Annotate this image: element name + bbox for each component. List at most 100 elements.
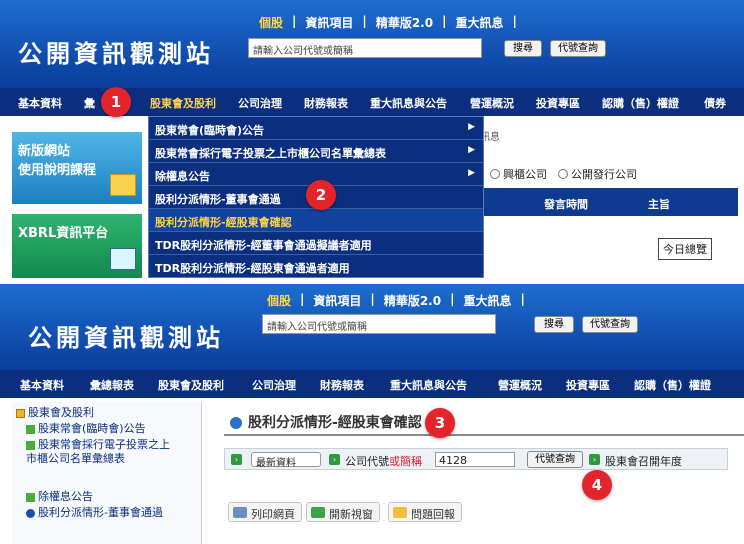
tree-label: 股東會及股利 (28, 406, 94, 419)
code-query-button[interactable]: 代號查詢 (527, 451, 583, 468)
new-window-button[interactable]: 開新視窗 (306, 502, 380, 522)
radio-circle-icon (558, 169, 568, 179)
query-toolbar: › 最新資料 › 公司代號或簡稱 4128 代號查詢 › 股東會召開年度 (224, 448, 728, 470)
tree-label: 股東常會(臨時會)公告 (38, 422, 146, 435)
site-header: 公開資訊觀測站 個股 | 資訊項目 | 精華版2.0 | 重大訊息 | 請輸入公司代號或… (0, 0, 744, 88)
menu-item-meeting-notice[interactable]: 股東常會(臨時會)公告 ▶ (149, 117, 483, 140)
main-nav: 基本資料 彙總報表 股東會及股利 公司治理 財務報表 重大訊息與公告 營運概況 … (0, 370, 744, 398)
chevron-right-icon: ▶ (468, 168, 475, 178)
company-code-input[interactable]: 4128 (435, 452, 515, 467)
nav-shareholders[interactable]: 股東會及股利 (150, 95, 216, 111)
top-link-info[interactable]: 資訊項目 (296, 14, 362, 31)
code-query-button[interactable]: 代號查詢 (550, 40, 606, 57)
menu-item-label: TDR股利分派情形-經股東會通過者適用 (155, 262, 350, 275)
radio-label: 興櫃公司 (503, 168, 547, 181)
top-links: 個股 | 資訊項目 | 精華版2.0 | 重大訊息 | (250, 14, 517, 31)
folder-icon (16, 408, 25, 418)
nav-operations[interactable]: 營運概況 (498, 377, 542, 393)
xbrl-banner-label: XBRL資訊平台 (18, 226, 109, 241)
radio-emerging[interactable]: 興櫃公司 (490, 166, 547, 182)
search-input[interactable]: 請輸入公司代號或簡稱 (262, 314, 496, 334)
print-button[interactable]: 列印網頁 (228, 502, 302, 522)
window-icon (311, 507, 325, 518)
tree-label: 股利分派情形-董事會通過 (38, 506, 163, 519)
search-button[interactable]: 搜尋 (534, 316, 574, 333)
separator: | (512, 14, 517, 28)
site-title: 公開資訊觀測站 (18, 39, 214, 68)
menu-item-label: 股東常會採行電子投票之上市櫃公司名單彙總表 (155, 147, 386, 160)
separator: | (520, 292, 525, 306)
arrow-down-icon (26, 424, 35, 434)
menu-item-label: 股利分派情形-經股東會確認 (155, 216, 292, 229)
nav-summary[interactable]: 彙總報表 (90, 377, 134, 393)
nav-warrants[interactable]: 認購（售）權證 (602, 95, 679, 111)
nav-governance[interactable]: 公司治理 (238, 95, 282, 111)
chart-icon (110, 248, 136, 270)
tree-item-meeting-notice[interactable]: 股東常會(臨時會)公告 (26, 422, 146, 436)
printer-icon (233, 507, 247, 518)
callout-1: 1 (101, 87, 131, 117)
news-area: 訊息 興櫃公司 公開發行公司 發言時間 主旨 今日總覽 (480, 124, 744, 278)
nav-governance[interactable]: 公司治理 (252, 377, 296, 393)
top-link-info[interactable]: 資訊項目 (304, 292, 370, 309)
action-label: 列印網頁 (251, 508, 295, 521)
top-link-lite[interactable]: 精華版2.0 (367, 14, 442, 31)
nav-shareholders[interactable]: 股東會及股利 (158, 377, 224, 393)
sidebar-tree: 股東會及股利 股東常會(臨時會)公告 股東常會採行電子投票之上市櫃公司名單彙總表… (12, 402, 202, 544)
bullet-icon (26, 508, 35, 518)
name-label: 簡稱 (400, 455, 422, 468)
page-title: 股利分派情形-經股東會確認 (230, 412, 422, 432)
top-link-stock[interactable]: 個股 (250, 14, 292, 31)
chevron-right-icon: ▶ (468, 122, 475, 132)
report-issue-button[interactable]: 問題回報 (388, 502, 462, 522)
nav-bonds[interactable]: 債券 (704, 95, 726, 111)
tree-item-evote-list[interactable]: 股東常會採行電子投票之上市櫃公司名單彙總表 (26, 438, 176, 466)
divider (224, 434, 744, 436)
nav-warrants[interactable]: 認購（售）權證 (634, 377, 711, 393)
menu-item-dividend-shareholders[interactable]: 股利分派情形-經股東會確認 (149, 209, 483, 232)
go-icon: › (231, 454, 242, 465)
go-icon: › (329, 454, 340, 465)
nav-financial[interactable]: 財務報表 (320, 377, 364, 393)
menu-item-label: 股東常會(臨時會)公告 (155, 124, 265, 137)
globe-icon (230, 417, 242, 429)
tree-label: 股東常會採行電子投票之上市櫃公司名單彙總表 (26, 438, 170, 465)
nav-financial[interactable]: 財務報表 (304, 95, 348, 111)
nav-major-news[interactable]: 重大訊息與公告 (390, 377, 467, 393)
header-time: 發言時間 (544, 198, 588, 211)
tutorial-banner-line1: 新版網站 (18, 144, 71, 159)
radio-circle-icon (490, 169, 500, 179)
callout-2: 2 (306, 180, 336, 210)
tree-item-dividend-board[interactable]: 股利分派情形-董事會通過 (26, 506, 176, 520)
book-icon (110, 174, 136, 196)
top-screenshot: 公開資訊觀測站 個股 | 資訊項目 | 精華版2.0 | 重大訊息 | 請輸入公司代號或… (0, 0, 744, 278)
xbrl-banner[interactable]: XBRL資訊平台 (12, 214, 142, 278)
menu-item-tdr-shareholders[interactable]: TDR股利分派情形-經股東會通過者適用 (149, 255, 483, 278)
page-title-text: 股利分派情形-經股東會確認 (248, 415, 422, 431)
tree-item-ex-dividend[interactable]: 除權息公告 (26, 490, 93, 504)
nav-investment[interactable]: 投資專區 (566, 377, 610, 393)
tutorial-banner[interactable]: 新版網站 使用說明課程 (12, 132, 142, 204)
data-range-select[interactable]: 最新資料 (251, 452, 321, 469)
menu-item-tdr-board[interactable]: TDR股利分派情形-經董事會通過擬議者適用 (149, 232, 483, 255)
top-link-major-news[interactable]: 重大訊息 (446, 14, 512, 31)
callout-3: 3 (425, 408, 455, 438)
code-query-button[interactable]: 代號查詢 (582, 316, 638, 333)
nav-major-news[interactable]: 重大訊息與公告 (370, 95, 447, 111)
nav-basic[interactable]: 基本資料 (18, 95, 62, 111)
menu-item-evote-list[interactable]: 股東常會採行電子投票之上市櫃公司名單彙總表 ▶ (149, 140, 483, 163)
nav-investment[interactable]: 投資專區 (536, 95, 580, 111)
action-label: 開新視窗 (329, 508, 373, 521)
tree-root-shareholders[interactable]: 股東會及股利 (16, 406, 94, 420)
search-button[interactable]: 搜尋 (504, 40, 542, 57)
radio-public[interactable]: 公開發行公司 (558, 166, 637, 182)
nav-operations[interactable]: 營運概況 (470, 95, 514, 111)
or-label: 或 (389, 455, 400, 468)
nav-summary[interactable]: 彙 (84, 95, 95, 111)
top-link-major-news[interactable]: 重大訊息 (454, 292, 520, 309)
top-link-stock[interactable]: 個股 (258, 292, 300, 309)
today-overview-button[interactable]: 今日總覽 (658, 238, 712, 260)
search-input[interactable]: 請輸入公司代號或簡稱 (248, 38, 482, 58)
top-link-lite[interactable]: 精華版2.0 (375, 292, 450, 309)
nav-basic[interactable]: 基本資料 (20, 377, 64, 393)
